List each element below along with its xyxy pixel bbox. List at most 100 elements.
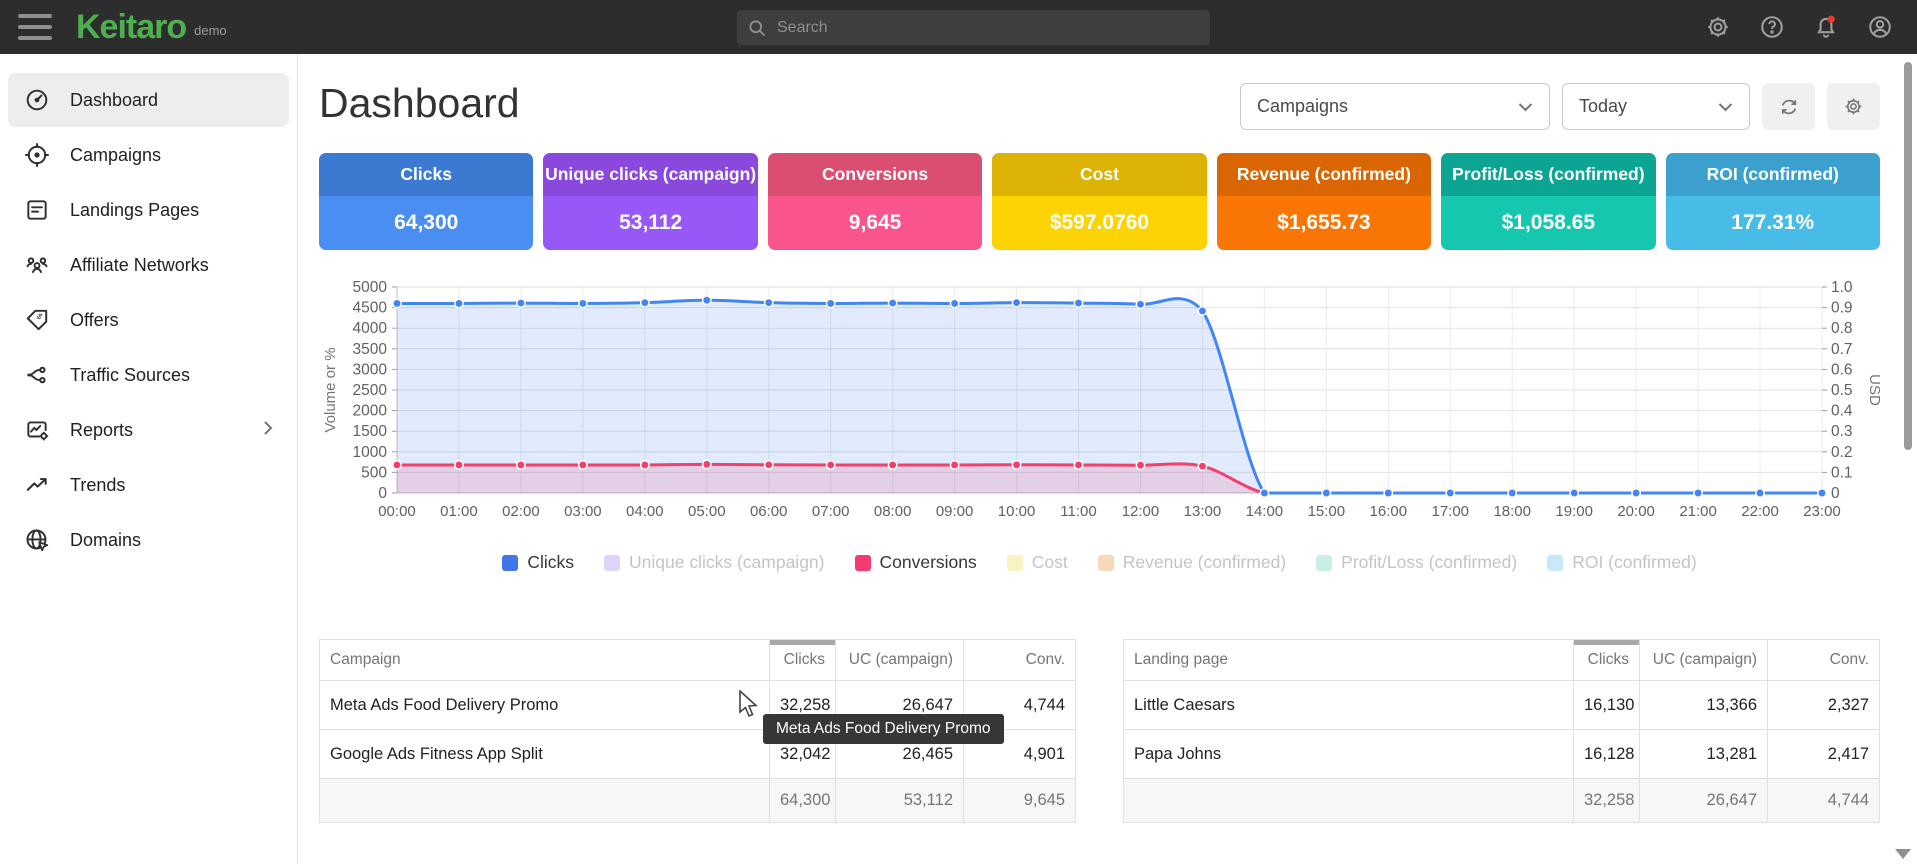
svg-text:02:00: 02:00 — [502, 503, 540, 520]
campaigns-icon — [24, 142, 50, 168]
dashboard-icon — [24, 87, 50, 113]
row-value-cell: 2,327 — [1768, 681, 1880, 730]
svg-text:2500: 2500 — [353, 382, 388, 399]
notifications-icon[interactable] — [1813, 14, 1839, 40]
row-name-cell[interactable]: Little Caesars — [1124, 681, 1574, 730]
svg-text:5000: 5000 — [353, 279, 388, 296]
sidebar-item-trends[interactable]: Trends — [8, 458, 289, 512]
svg-text:USD: USD — [1866, 374, 1880, 406]
legend-item-roi-confirmed-[interactable]: ROI (confirmed) — [1547, 552, 1696, 573]
domains-icon — [24, 527, 50, 553]
search-input[interactable] — [777, 19, 1200, 37]
dashboard-settings-button[interactable] — [1827, 83, 1880, 130]
sidebar-item-label: Traffic Sources — [70, 365, 190, 386]
legend-swatch — [855, 555, 871, 571]
svg-text:23:00: 23:00 — [1803, 503, 1841, 520]
svg-text:05:00: 05:00 — [688, 503, 726, 520]
table-row[interactable]: Papa Johns16,12813,2812,417 — [1124, 730, 1880, 779]
dashboard-filters: Campaigns Today — [1240, 83, 1880, 130]
svg-text:21:00: 21:00 — [1679, 503, 1717, 520]
stat-card-cost: Cost$597.0760 — [992, 153, 1206, 250]
column-header-clicks[interactable]: Clicks — [1574, 640, 1640, 681]
svg-text:08:00: 08:00 — [874, 503, 912, 520]
svg-text:12:00: 12:00 — [1122, 503, 1160, 520]
chevron-right-icon — [263, 420, 273, 441]
column-header-landing-page[interactable]: Landing page — [1124, 640, 1574, 681]
svg-text:10:00: 10:00 — [998, 503, 1036, 520]
svg-text:2000: 2000 — [353, 403, 388, 420]
entity-filter-select[interactable]: Campaigns — [1240, 83, 1550, 130]
svg-text:04:00: 04:00 — [626, 503, 664, 520]
svg-text:15:00: 15:00 — [1308, 503, 1346, 520]
legend-label: Revenue (confirmed) — [1123, 552, 1286, 573]
svg-text:0.7: 0.7 — [1831, 341, 1853, 358]
sidebar-item-landings-pages[interactable]: Landings Pages — [8, 183, 289, 237]
svg-text:13:00: 13:00 — [1184, 503, 1222, 520]
stat-card-conversions: Conversions9,645 — [768, 153, 982, 250]
column-header-conv-[interactable]: Conv. — [964, 640, 1076, 681]
legend-item-clicks[interactable]: Clicks — [502, 552, 574, 573]
column-header-uc-campaign-[interactable]: UC (campaign) — [1640, 640, 1768, 681]
notification-dot — [1828, 16, 1835, 23]
column-header-campaign[interactable]: Campaign — [320, 640, 770, 681]
legend-label: Clicks — [527, 552, 574, 573]
sidebar-item-offers[interactable]: $ Offers — [8, 293, 289, 347]
stat-card-label: Clicks — [319, 153, 533, 196]
sidebar-item-label: Offers — [70, 310, 119, 331]
global-search[interactable] — [737, 10, 1210, 45]
table-row[interactable]: Little Caesars16,13013,3662,327 — [1124, 681, 1880, 730]
svg-text:Volume or %: Volume or % — [322, 347, 339, 432]
legend-label: Unique clicks (campaign) — [629, 552, 825, 573]
totals-cell — [320, 779, 770, 823]
affiliate-networks-icon — [24, 252, 50, 278]
svg-text:0.3: 0.3 — [1831, 423, 1853, 440]
row-value-cell: 16,130 — [1574, 681, 1640, 730]
refresh-button[interactable] — [1762, 83, 1815, 130]
row-name-cell[interactable]: Google Ads Fitness App Split — [320, 730, 770, 779]
legend-item-conversions[interactable]: Conversions — [855, 552, 977, 573]
column-header-conv-[interactable]: Conv. — [1768, 640, 1880, 681]
sidebar-item-reports[interactable]: Reports — [8, 403, 289, 457]
row-name-cell[interactable]: Meta Ads Food Delivery Promo — [320, 681, 770, 730]
legend-item-profit-loss-confirmed-[interactable]: Profit/Loss (confirmed) — [1316, 552, 1517, 573]
stat-card-value: 64,300 — [319, 196, 533, 250]
sidebar-item-label: Affiliate Networks — [70, 255, 209, 276]
svg-text:0.9: 0.9 — [1831, 300, 1853, 317]
table-header-row: CampaignClicksUC (campaign)Conv. — [320, 640, 1076, 681]
sidebar-item-label: Trends — [70, 475, 125, 496]
stat-card-label: Unique clicks (campaign) — [543, 153, 757, 196]
legend-item-cost[interactable]: Cost — [1007, 552, 1068, 573]
account-icon[interactable] — [1867, 14, 1893, 40]
sidebar-item-domains[interactable]: Domains — [8, 513, 289, 567]
help-icon[interactable] — [1759, 14, 1785, 40]
svg-text:18:00: 18:00 — [1493, 503, 1531, 520]
column-header-clicks[interactable]: Clicks — [770, 640, 836, 681]
sidebar-item-traffic-sources[interactable]: Traffic Sources — [8, 348, 289, 402]
legend-label: Conversions — [880, 552, 977, 573]
date-range-select[interactable]: Today — [1562, 83, 1750, 130]
svg-text:0.5: 0.5 — [1831, 382, 1853, 399]
legend-item-unique-clicks-campaign-[interactable]: Unique clicks (campaign) — [604, 552, 825, 573]
row-name-cell[interactable]: Papa Johns — [1124, 730, 1574, 779]
column-header-uc-campaign-[interactable]: UC (campaign) — [836, 640, 964, 681]
date-range-value: Today — [1579, 96, 1627, 117]
menu-icon[interactable] — [18, 14, 52, 40]
vertical-scrollbar-thumb[interactable] — [1904, 62, 1912, 450]
sidebar-item-affiliate-networks[interactable]: Affiliate Networks — [8, 238, 289, 292]
summary-tables: CampaignClicksUC (campaign)Conv.Meta Ads… — [319, 639, 1880, 823]
stat-card-unique-clicks-campaign-: Unique clicks (campaign)53,112 — [543, 153, 757, 250]
scroll-down-arrow-icon[interactable] — [1895, 849, 1911, 859]
sidebar-item-campaigns[interactable]: Campaigns — [8, 128, 289, 182]
stat-card-label: ROI (confirmed) — [1666, 153, 1880, 196]
svg-text:$: $ — [35, 312, 45, 322]
row-tooltip: Meta Ads Food Delivery Promo — [763, 714, 1004, 744]
svg-text:3500: 3500 — [353, 341, 388, 358]
svg-text:11:00: 11:00 — [1060, 503, 1096, 520]
svg-text:16:00: 16:00 — [1370, 503, 1408, 520]
legend-item-revenue-confirmed-[interactable]: Revenue (confirmed) — [1098, 552, 1286, 573]
svg-text:1.0: 1.0 — [1831, 279, 1853, 296]
svg-text:500: 500 — [361, 464, 387, 481]
totals-cell: 64,300 — [770, 779, 836, 823]
sidebar-item-dashboard[interactable]: Dashboard — [8, 73, 289, 127]
settings-icon[interactable] — [1705, 14, 1731, 40]
